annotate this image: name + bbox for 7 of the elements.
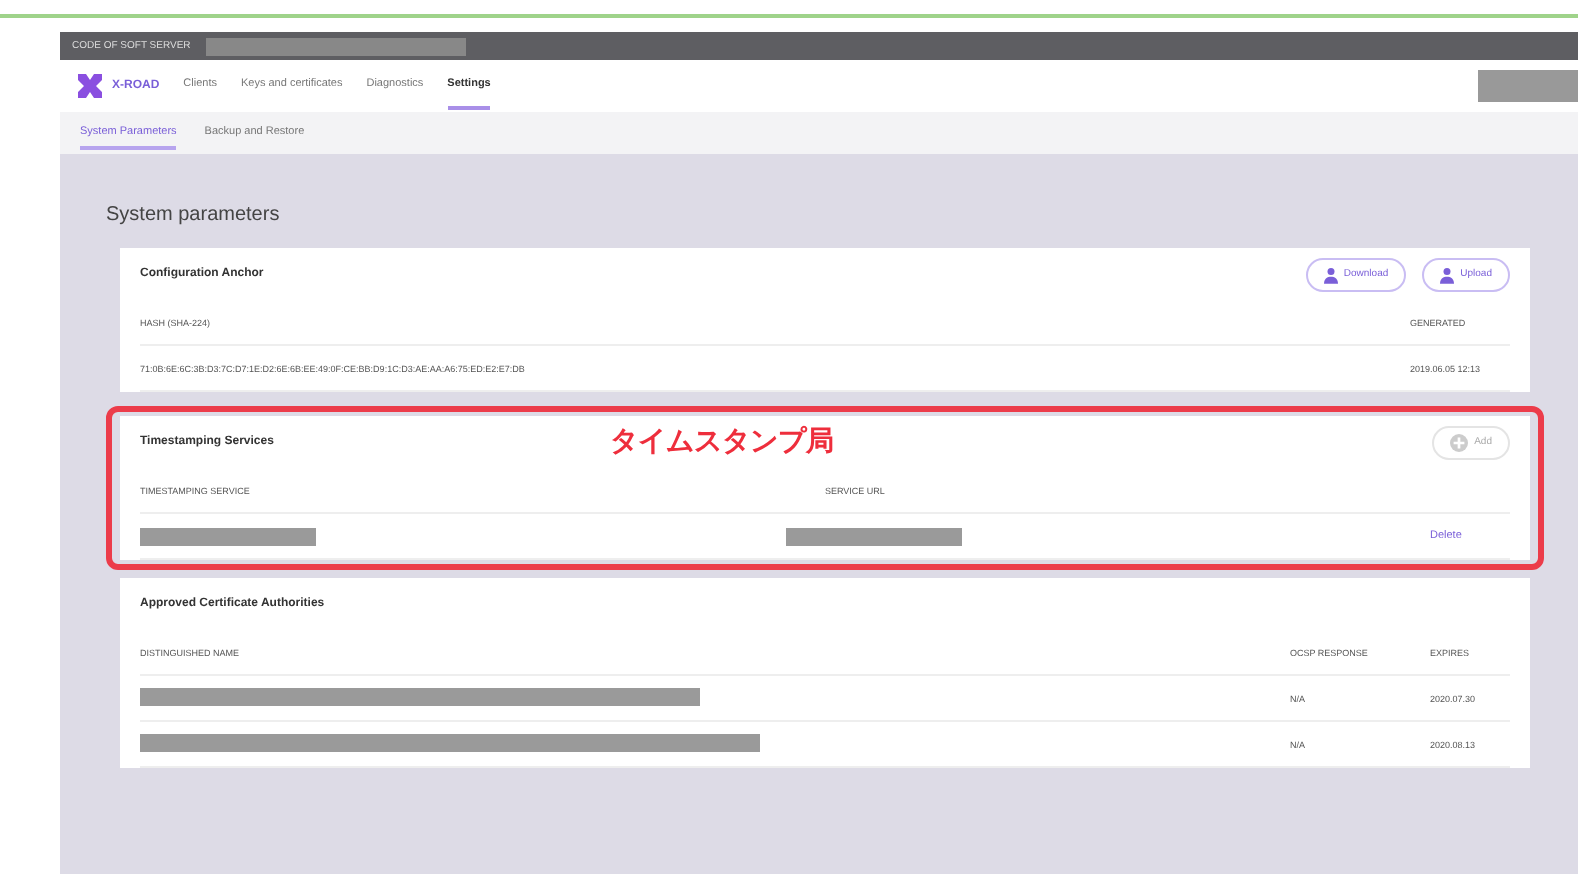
page-title: System parameters: [106, 202, 282, 230]
person-icon: [1323, 265, 1338, 283]
annotation-label: タイムスタンプ局: [609, 424, 834, 460]
person-icon: [1440, 265, 1455, 283]
logo-icon: [76, 72, 104, 100]
redaction-bar: [1478, 70, 1578, 102]
plus-icon: [1450, 433, 1469, 451]
